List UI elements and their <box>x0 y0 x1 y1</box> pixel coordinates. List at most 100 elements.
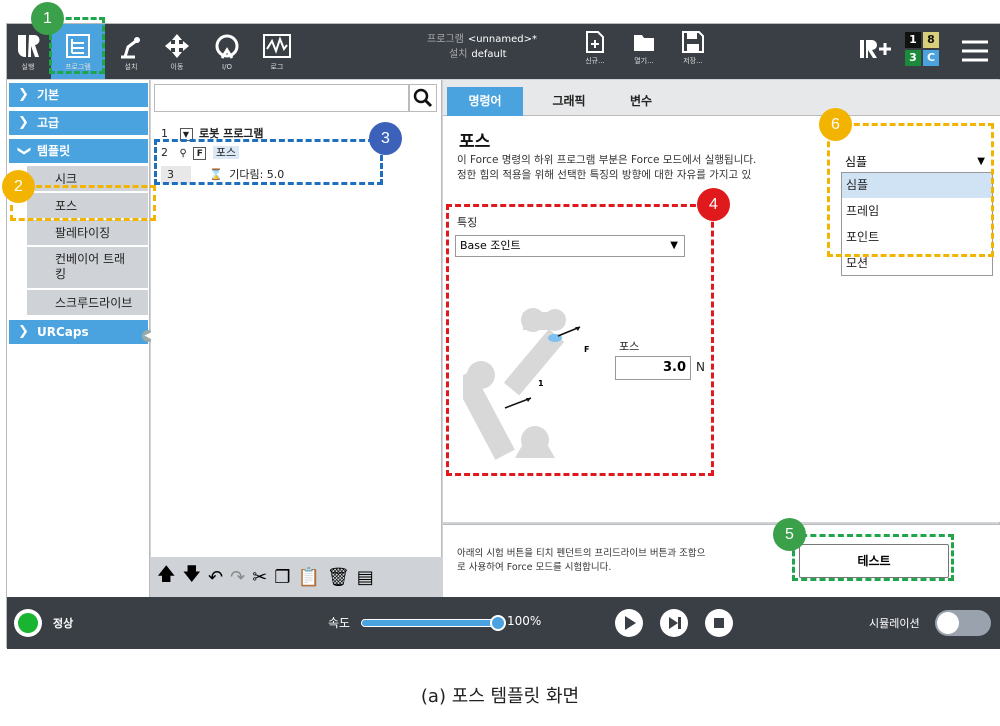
command-palette: ❯ 기본 ❯ 고급 ❯ 템플릿 시크 포스 팔레타이징 컨베이어 트래킹 스크루드라이… <box>7 80 154 597</box>
ur-plus-icon[interactable] <box>859 37 893 61</box>
footer-bar: 정상 속도 100% 시뮬레이션 <box>7 597 1000 649</box>
annotation-box-3 <box>154 139 383 185</box>
template-item-palletizing[interactable]: 팔레타이징 <box>27 220 148 246</box>
test-description-line: 아래의 시험 버튼을 티치 펜던트의 프리드라이브 버튼과 조합으 <box>457 548 706 559</box>
redo-icon[interactable]: ↷ <box>230 567 245 588</box>
chevron-down-icon: ❯ <box>16 145 32 157</box>
speed-fill <box>362 620 498 626</box>
install-label: 설치 <box>449 49 468 60</box>
tab-variables[interactable]: 변수 <box>611 87 671 116</box>
chevron-right-icon: ❯ <box>18 87 29 102</box>
chevron-right-icon: ❯ <box>18 324 29 339</box>
annotation-badge-6: 6 <box>819 108 852 141</box>
annotation-badge-2: 2 <box>2 170 35 203</box>
nav-label: I/O <box>222 62 232 71</box>
io-status-badges[interactable]: 1 8 3 C <box>905 30 941 68</box>
io-badge: 8 <box>923 32 939 48</box>
chevron-right-icon: ❯ <box>18 115 29 130</box>
annotation-badge-1: 1 <box>31 2 64 35</box>
open-file-button[interactable]: 열기... <box>624 30 664 66</box>
hamburger-menu-icon[interactable] <box>960 39 990 63</box>
simulation-label: 시뮬레이션 <box>869 617 920 630</box>
robot-arm-icon <box>121 36 140 58</box>
speed-slider[interactable] <box>361 615 506 631</box>
category-template[interactable]: ❯ 템플릿 <box>9 139 148 163</box>
tab-command[interactable]: 명령어 <box>447 87 523 116</box>
io-badge: C <box>923 50 939 66</box>
annotation-box-5 <box>792 534 954 581</box>
new-file-button[interactable]: 신규... <box>575 30 615 66</box>
delete-icon[interactable]: 🗑 <box>327 567 350 588</box>
folder-icon <box>634 35 654 51</box>
step-icon <box>669 617 681 629</box>
description-line: 이 Force 명령의 하위 프로그램 부분은 Force 모드에서 실행됩니다… <box>457 154 757 166</box>
category-label: 기본 <box>37 88 60 102</box>
nav-label: 설치 <box>124 62 138 71</box>
io-badge: 3 <box>905 50 921 66</box>
program-name: <unnamed>* <box>467 34 537 45</box>
annotation-box-6 <box>827 123 994 257</box>
file-button-label: 열기... <box>634 57 654 65</box>
template-item-screwdriving[interactable]: 스크루드라이브 <box>27 290 148 316</box>
page-title: 포스 <box>459 132 491 152</box>
category-advanced[interactable]: ❯ 고급 <box>9 111 148 135</box>
description: 이 Force 명령의 하위 프로그램 부분은 Force 모드에서 실행됩니다… <box>457 153 837 183</box>
install-name: default <box>471 49 507 60</box>
test-description-line: 로 사용하여 Force 모드를 시험합니다. <box>457 562 612 573</box>
install-tab[interactable]: 설치 <box>111 24 151 79</box>
search-icon <box>413 88 433 108</box>
annotation-badge-5: 5 <box>773 518 806 551</box>
annotation-box-4 <box>446 204 714 476</box>
speed-label: 속도 <box>328 616 351 630</box>
io-icon <box>215 34 239 59</box>
category-label: URCaps <box>37 325 89 339</box>
program-label: 프로그램 <box>427 34 464 45</box>
annotation-badge-4: 4 <box>697 188 730 221</box>
move-up-icon[interactable]: 🡅 <box>157 562 176 592</box>
tab-bar: 명령어 그래픽 변수 <box>443 80 1000 116</box>
undo-icon[interactable]: ↶ <box>208 567 223 588</box>
template-item-conveyor[interactable]: 컨베이어 트래킹 <box>27 247 148 289</box>
figure-caption: (a) 포스 템플릿 화면 <box>420 686 580 707</box>
move-tab[interactable]: 이동 <box>157 24 197 79</box>
suppress-icon[interactable]: ▤ <box>357 567 374 588</box>
search-button[interactable] <box>409 84 437 112</box>
top-bar: 실행 프로그램 설치 이동 I/O 로그 프로그램 <unnamed>* 설치 de… <box>7 24 1000 79</box>
category-urcaps[interactable]: ❯ URCaps <box>9 320 148 344</box>
tree-toolbar: 🡅 🡇 ↶ ↷ ✂ ❐ 📋 🗑 ▤ <box>151 557 442 597</box>
move-arrows-icon <box>165 33 189 58</box>
new-file-icon <box>586 31 604 53</box>
step-button[interactable] <box>660 609 688 637</box>
file-button-label: 저장... <box>683 57 703 65</box>
paste-icon[interactable]: 📋 <box>297 567 319 588</box>
nav-label: 실행 <box>21 62 35 71</box>
file-button-label: 신규... <box>585 57 605 65</box>
category-basic[interactable]: ❯ 기본 <box>9 83 148 107</box>
tab-graphics[interactable]: 그래픽 <box>531 87 607 116</box>
log-tab[interactable]: 로그 <box>257 24 297 79</box>
cut-icon[interactable]: ✂ <box>252 567 267 588</box>
simulation-toggle[interactable] <box>935 610 991 636</box>
play-icon <box>625 616 636 630</box>
play-button[interactable] <box>615 609 643 637</box>
io-tab[interactable]: I/O <box>207 24 247 79</box>
description-line: 정한 힘의 적용을 위해 선택한 특징의 방향에 대한 자유를 가지고 있 <box>457 169 752 181</box>
search-input[interactable] <box>154 84 409 112</box>
log-icon <box>263 33 291 58</box>
save-icon <box>682 31 704 53</box>
category-label: 템플릿 <box>37 144 71 158</box>
test-description: 아래의 시험 버튼을 티치 펜던트의 프리드라이브 버튼과 조합으 로 사용하여… <box>457 547 705 575</box>
save-file-button[interactable]: 저장... <box>673 30 713 66</box>
io-badge: 1 <box>905 32 921 48</box>
speed-handle[interactable] <box>490 615 506 631</box>
toggle-knob <box>937 612 959 634</box>
status-light-icon <box>18 613 38 633</box>
power-button[interactable] <box>14 609 42 637</box>
stop-button[interactable] <box>705 609 733 637</box>
nav-label: 이동 <box>170 62 184 71</box>
nav-label: 로그 <box>270 62 284 71</box>
ur-logo-icon <box>18 34 40 57</box>
copy-icon[interactable]: ❐ <box>274 567 290 588</box>
move-down-icon[interactable]: 🡇 <box>183 562 202 592</box>
annotation-badge-3: 3 <box>369 122 402 155</box>
